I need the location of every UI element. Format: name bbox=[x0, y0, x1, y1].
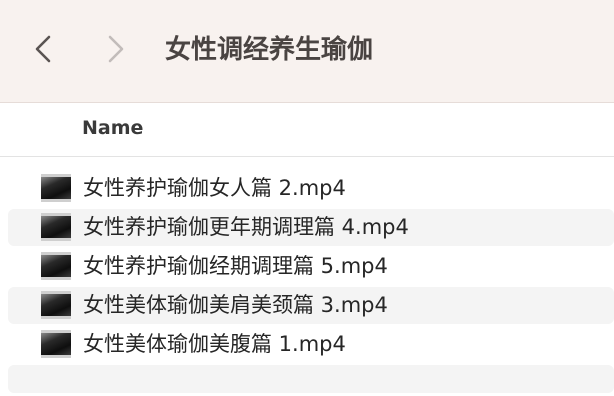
empty-row bbox=[8, 365, 614, 393]
chevron-right-icon bbox=[108, 35, 124, 63]
forward-button[interactable] bbox=[101, 30, 131, 68]
file-name: 女性养护瑜伽更年期调理篇 4.mp4 bbox=[83, 215, 409, 239]
column-header-name[interactable]: Name bbox=[82, 117, 143, 139]
list-header: Name bbox=[0, 103, 614, 157]
video-thumbnail-icon bbox=[41, 252, 71, 280]
list-item[interactable]: 女性养护瑜伽更年期调理篇 4.mp4 bbox=[8, 209, 614, 246]
toolbar: 女性调经养生瑜伽 bbox=[0, 0, 614, 103]
list-item[interactable]: 女性美体瑜伽美腹篇 1.mp4 bbox=[8, 326, 614, 363]
list-item[interactable]: 女性养护瑜伽经期调理篇 5.mp4 bbox=[8, 248, 614, 285]
chevron-left-icon bbox=[35, 35, 51, 63]
file-name: 女性养护瑜伽经期调理篇 5.mp4 bbox=[83, 254, 388, 278]
video-thumbnail-icon bbox=[41, 213, 71, 241]
video-thumbnail-icon bbox=[41, 291, 71, 319]
video-thumbnail-icon bbox=[41, 330, 71, 358]
folder-title: 女性调经养生瑜伽 bbox=[165, 35, 374, 65]
file-name: 女性养护瑜伽女人篇 2.mp4 bbox=[83, 176, 346, 200]
file-list: 女性养护瑜伽女人篇 2.mp4 女性养护瑜伽更年期调理篇 4.mp4 女性养护瑜… bbox=[8, 170, 614, 393]
file-name: 女性美体瑜伽美肩美颈篇 3.mp4 bbox=[83, 293, 388, 317]
video-thumbnail-icon bbox=[41, 174, 71, 202]
finder-window: 女性调经养生瑜伽 Name 女性养护瑜伽女人篇 2.mp4 女性养护瑜伽更年期调… bbox=[0, 0, 614, 396]
file-name: 女性美体瑜伽美腹篇 1.mp4 bbox=[83, 332, 346, 356]
back-button[interactable] bbox=[28, 30, 58, 68]
list-item[interactable]: 女性美体瑜伽美肩美颈篇 3.mp4 bbox=[8, 287, 614, 324]
list-item[interactable]: 女性养护瑜伽女人篇 2.mp4 bbox=[8, 170, 614, 207]
